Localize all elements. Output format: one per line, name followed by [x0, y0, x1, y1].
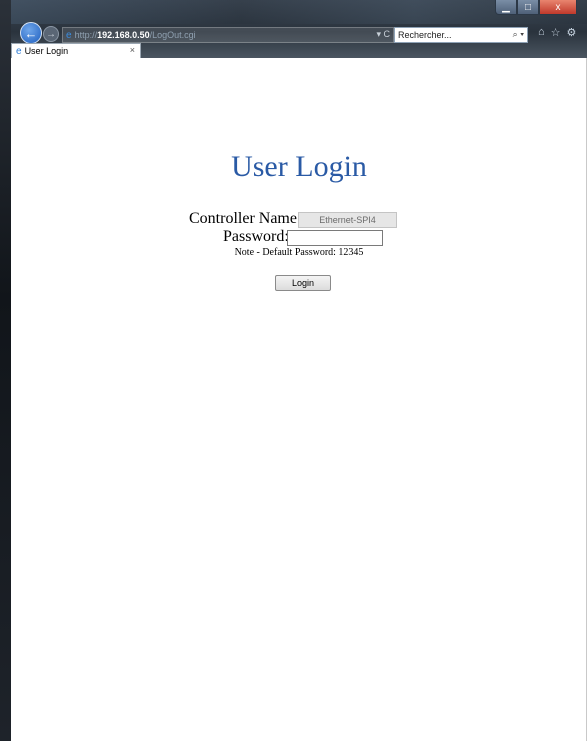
favorites-star-icon[interactable]: ☆ [551, 26, 561, 39]
page-content: User Login Controller Name: Password: No… [11, 58, 587, 741]
toolbar-icons: ⌂ ☆ ⚙ [538, 26, 576, 39]
login-button[interactable]: Login [275, 275, 331, 291]
search-placeholder: Rechercher... [398, 30, 452, 40]
controller-name-label: Controller Name: [189, 210, 302, 227]
url-path: /LogOut.cgi [149, 30, 196, 40]
tab-user-login[interactable]: e User Login × [11, 43, 141, 58]
forward-button[interactable]: → [43, 26, 59, 42]
ie-tab-icon: e [16, 45, 22, 57]
tab-title: User Login [24, 46, 69, 56]
refresh-icon[interactable]: ▾ C [376, 29, 390, 40]
settings-gear-icon[interactable]: ⚙ [567, 26, 577, 39]
url-prefix: http:// [74, 30, 98, 40]
password-field[interactable] [287, 230, 383, 246]
close-button[interactable]: x [539, 0, 577, 15]
forward-arrow-icon: → [46, 28, 56, 40]
maximize-button[interactable]: □ [517, 0, 539, 15]
ie-page-icon: e [66, 29, 72, 41]
default-password-note: Note - Default Password: 12345 [234, 247, 364, 258]
search-icon[interactable]: ⌕ ▾ [513, 29, 524, 40]
tab-close-icon[interactable]: × [130, 45, 135, 55]
back-arrow-icon: ← [24, 25, 38, 41]
back-button[interactable]: ← [20, 22, 42, 44]
address-bar[interactable]: e http://192.168.0.50/LogOut.cgi ▾ C [62, 27, 394, 43]
controller-name-field [298, 212, 397, 228]
desktop-edge [0, 0, 11, 741]
url-host: 192.168.0.50 [97, 30, 150, 40]
password-label: Password: [223, 228, 289, 245]
minimize-button[interactable]: ▁ [495, 0, 517, 15]
window-controls: ▁ □ x [495, 0, 577, 15]
page-title: User Login [231, 150, 367, 183]
search-input[interactable]: Rechercher... ⌕ ▾ [394, 27, 528, 43]
home-icon[interactable]: ⌂ [538, 26, 545, 39]
